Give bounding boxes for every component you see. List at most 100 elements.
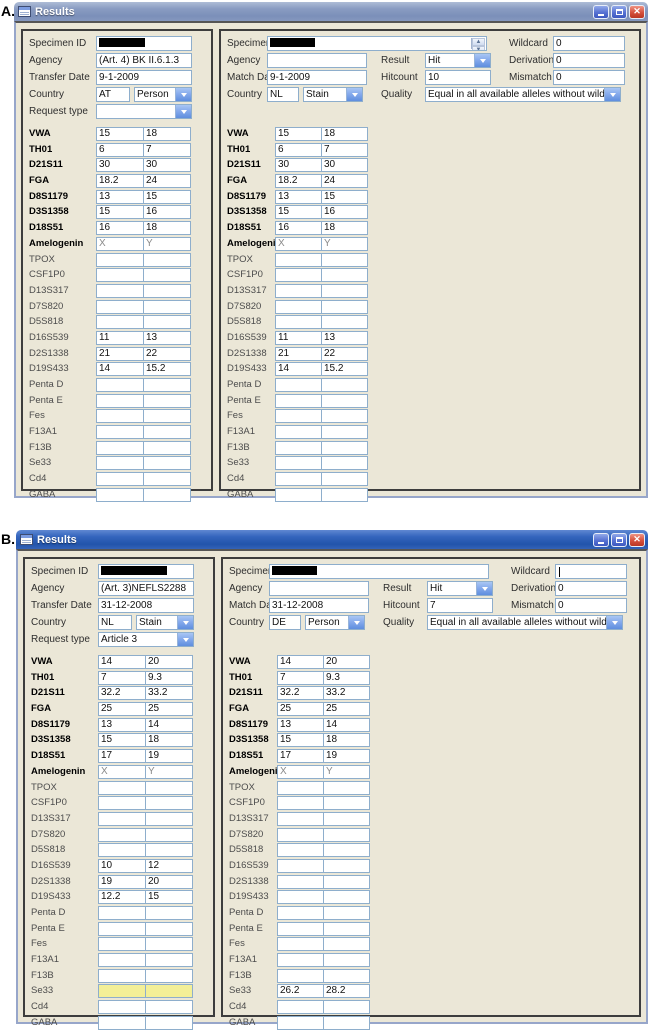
allele-value-cell[interactable] [323,874,370,889]
allele-value-cell[interactable] [323,827,370,842]
allele-value-cell[interactable] [323,921,370,936]
allele-value-cell[interactable] [321,252,368,267]
allele-value-cell[interactable] [145,780,193,795]
mismatch-field[interactable]: 0 [555,598,627,613]
allele-value-cell[interactable]: 13 [143,330,191,345]
country-type-dropdown[interactable]: Person [134,87,192,102]
allele-value-cell[interactable] [321,268,368,283]
allele-value-cell[interactable] [98,1000,146,1015]
allele-value-cell[interactable]: 6 [96,142,144,157]
allele-value-cell[interactable]: Y [323,764,370,779]
allele-value-cell[interactable] [275,283,322,298]
allele-value-cell[interactable]: 7 [277,670,324,685]
allele-value-cell[interactable] [145,968,193,983]
allele-value-cell[interactable] [143,252,191,267]
allele-value-cell[interactable] [323,780,370,795]
allele-value-cell[interactable] [96,456,144,471]
close-button[interactable]: ✕ [629,532,645,547]
agency-field[interactable] [267,53,367,68]
allele-value-cell[interactable] [277,968,324,983]
match-date-field[interactable]: 31-12-2008 [269,598,369,613]
allele-value-cell[interactable]: 19 [323,749,370,764]
allele-value-cell[interactable] [98,811,146,826]
spin-down-icon[interactable]: ▼ [472,46,485,50]
allele-value-cell[interactable] [277,827,324,842]
allele-value-cell[interactable] [96,393,144,408]
allele-value-cell[interactable] [277,1015,324,1030]
allele-value-cell[interactable]: 15 [145,890,193,905]
mismatch-field[interactable]: 0 [553,70,625,85]
allele-value-cell[interactable] [277,780,324,795]
allele-value-cell[interactable] [323,937,370,952]
allele-value-cell[interactable] [277,1000,324,1015]
allele-value-cell[interactable]: 24 [321,174,368,189]
allele-value-cell[interactable] [277,811,324,826]
allele-value-cell[interactable] [323,890,370,905]
dropdown-arrow-icon[interactable] [177,633,193,646]
allele-value-cell[interactable]: 15 [96,127,144,141]
allele-value-cell[interactable] [323,811,370,826]
allele-value-cell[interactable] [323,1000,370,1015]
allele-value-cell[interactable]: 14 [277,655,324,669]
allele-value-cell[interactable]: 25 [323,702,370,717]
allele-value-cell[interactable]: 28.2 [323,984,370,999]
allele-value-cell[interactable]: 19 [98,874,146,889]
allele-value-cell[interactable] [275,472,322,487]
allele-value-cell[interactable] [143,283,191,298]
titlebar[interactable]: Results ✕ [16,530,648,549]
allele-value-cell[interactable]: 13 [321,330,368,345]
allele-value-cell[interactable] [277,937,324,952]
allele-value-cell[interactable] [321,425,368,440]
allele-value-cell[interactable] [277,921,324,936]
titlebar[interactable]: Results ✕ [14,2,648,21]
dropdown-arrow-icon[interactable] [177,616,193,629]
request-type-dropdown[interactable] [96,104,192,119]
allele-value-cell[interactable] [98,1015,146,1030]
allele-value-cell[interactable] [323,1015,370,1030]
allele-value-cell[interactable] [96,487,144,502]
allele-value-cell[interactable] [323,968,370,983]
allele-value-cell[interactable] [275,440,322,455]
allele-value-cell[interactable] [98,780,146,795]
transfer-date-field[interactable]: 9-1-2009 [96,70,192,85]
allele-value-cell[interactable] [143,472,191,487]
allele-value-cell[interactable]: 16 [96,221,144,236]
allele-value-cell[interactable]: 32.2 [277,686,324,701]
allele-value-cell[interactable]: X [277,764,324,779]
allele-value-cell[interactable]: 14 [96,362,144,377]
allele-value-cell[interactable] [323,858,370,873]
minimize-button[interactable] [593,4,609,19]
allele-value-cell[interactable]: 15 [277,733,324,748]
allele-value-cell[interactable]: Y [321,236,368,251]
allele-value-cell[interactable] [145,811,193,826]
allele-value-cell[interactable] [96,283,144,298]
dropdown-arrow-icon[interactable] [175,88,191,101]
allele-value-cell[interactable] [143,393,191,408]
allele-value-cell[interactable] [323,906,370,920]
allele-value-cell[interactable]: 15.2 [143,362,191,377]
allele-value-cell[interactable]: 15.2 [321,362,368,377]
allele-value-cell[interactable] [98,984,146,999]
agency-field[interactable] [269,581,369,596]
allele-value-cell[interactable] [145,1015,193,1030]
allele-value-cell[interactable]: 25 [145,702,193,717]
allele-value-cell[interactable]: 13 [96,189,144,204]
allele-value-cell[interactable]: X [98,764,146,779]
allele-value-cell[interactable] [321,472,368,487]
allele-value-cell[interactable]: 16 [275,221,322,236]
allele-value-cell[interactable]: 18 [321,221,368,236]
allele-value-cell[interactable] [277,906,324,920]
allele-value-cell[interactable] [145,921,193,936]
allele-value-cell[interactable] [277,796,324,811]
country-code-field[interactable]: NL [98,615,132,630]
allele-value-cell[interactable] [321,440,368,455]
allele-value-cell[interactable]: 18 [143,221,191,236]
allele-value-cell[interactable] [143,456,191,471]
allele-value-cell[interactable]: 7 [321,142,368,157]
specimen-id-field[interactable] [98,564,194,579]
allele-value-cell[interactable]: 12.2 [98,890,146,905]
allele-value-cell[interactable] [143,315,191,330]
allele-value-cell[interactable] [145,937,193,952]
allele-value-cell[interactable] [275,378,322,392]
maximize-button[interactable] [611,4,627,19]
